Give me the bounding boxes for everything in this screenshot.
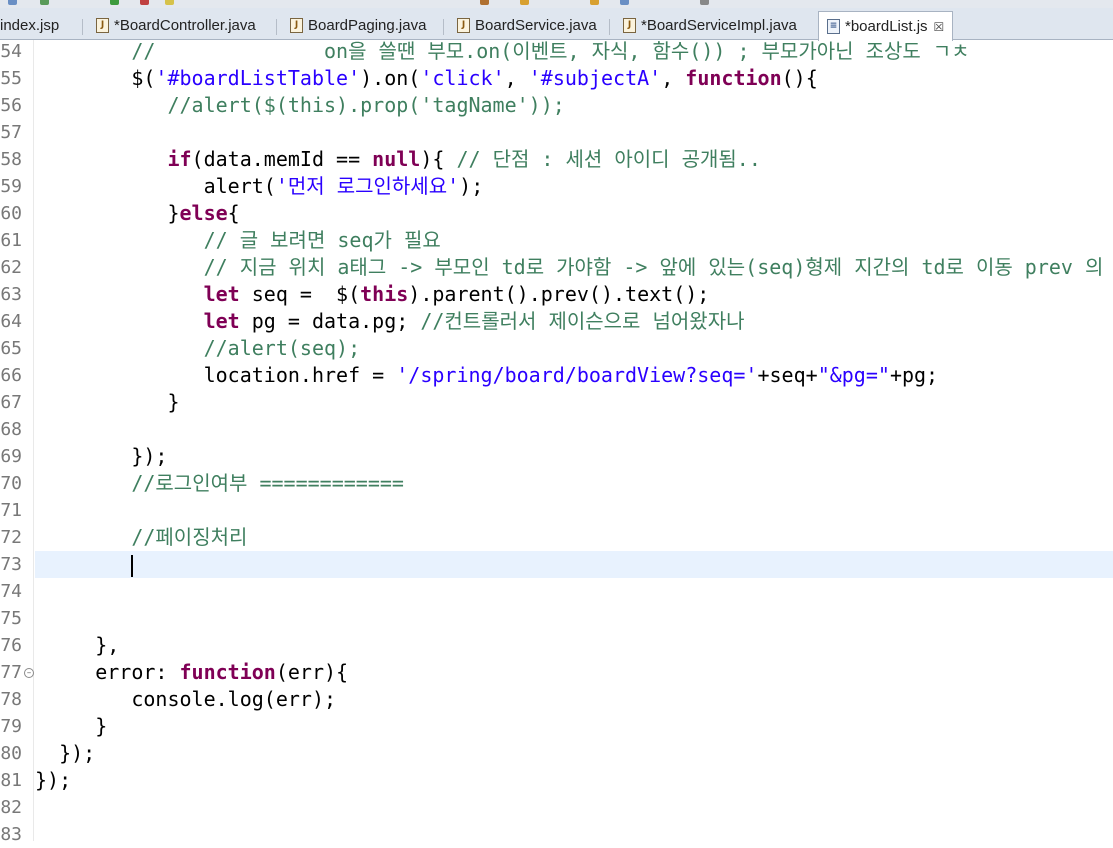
line-number: 71 <box>0 500 22 521</box>
line-number: 83 <box>0 824 22 845</box>
line-number: 68 <box>0 419 22 440</box>
line-number: 67 <box>0 392 22 413</box>
tab-board-paging[interactable]: J BoardPaging.java <box>290 12 426 38</box>
tab-board-service-impl[interactable]: J *BoardServiceImpl.java <box>623 12 797 38</box>
code-line: }else{ <box>35 201 240 225</box>
tab-label: BoardPaging.java <box>308 16 427 34</box>
tab-board-controller[interactable]: J *BoardController.java <box>96 12 256 38</box>
line-number: 72 <box>0 527 22 548</box>
line-number: 77 <box>0 662 22 683</box>
toolbar-icon[interactable] <box>590 0 599 5</box>
line-number: 54 <box>0 41 22 62</box>
line-number: 82 <box>0 797 22 818</box>
code-line: }, <box>35 633 120 657</box>
tab-label: *BoardServiceImpl.java <box>641 16 797 34</box>
line-number: 57 <box>0 122 22 143</box>
line-number: 61 <box>0 230 22 251</box>
toolbar-icon[interactable] <box>165 0 174 5</box>
tab-label: BoardService.java <box>475 16 597 34</box>
tab-separator <box>609 19 610 35</box>
tab-separator <box>82 19 83 35</box>
editor-tab-bar: index.jsp J *BoardController.java J Boar… <box>0 8 1113 41</box>
code-line: error: function(err){ <box>35 660 349 684</box>
code-line: }); <box>35 768 72 792</box>
toolbar-icon[interactable] <box>520 0 529 5</box>
code-editor[interactable]: 54 55 56 57 58 59 60 61 62 63 64 65 66 6… <box>0 39 1113 845</box>
line-number: 80 <box>0 743 22 764</box>
code-line: console.log(err); <box>35 687 337 711</box>
code-line: } <box>35 390 180 414</box>
code-line: location.href = '/spring/board/boardView… <box>35 363 939 387</box>
code-line: //alert($(this).prop('tagName')); <box>167 93 565 117</box>
line-number: 64 <box>0 311 22 332</box>
code-line: //alert(seq); <box>203 336 361 360</box>
line-number: 66 <box>0 365 22 386</box>
line-number: 79 <box>0 716 22 737</box>
toolbar-icon[interactable] <box>700 0 709 5</box>
line-number: 76 <box>0 635 22 656</box>
debug-icon[interactable] <box>140 0 149 5</box>
java-file-icon: J <box>96 17 109 33</box>
tab-board-service[interactable]: J BoardService.java <box>457 12 597 38</box>
code-line: // 지금 위치 a태그 -> 부모인 td로 가야함 -> 앞에 있는(seq… <box>203 255 1104 279</box>
toolbar-icon[interactable] <box>40 0 49 5</box>
code-line: }); <box>35 444 168 468</box>
line-number: 63 <box>0 284 22 305</box>
line-number: 69 <box>0 446 22 467</box>
code-line: //로그인여부 ============ <box>131 471 404 495</box>
code-line: $('#boardListTable').on('click', '#subje… <box>35 66 818 90</box>
code-area[interactable]: // on을 쓸땐 부모.on(이벤트, 자식, 함수()) ; 부모가아닌 조… <box>35 39 1113 841</box>
java-file-icon: J <box>290 17 303 33</box>
line-number: 75 <box>0 608 22 629</box>
code-line: let pg = data.pg; //컨트롤러서 제이슨으로 넘어왔자나 <box>203 309 745 333</box>
close-icon[interactable]: ☒ <box>934 20 945 34</box>
line-number: 74 <box>0 581 22 602</box>
line-number: 55 <box>0 68 22 89</box>
line-number: 58 <box>0 149 22 170</box>
line-number: 59 <box>0 176 22 197</box>
code-line: alert('먼저 로그인하세요'); <box>35 174 484 198</box>
code-line: // 글 보려면 seq가 필요 <box>203 228 441 252</box>
tab-label: *BoardController.java <box>114 16 256 34</box>
code-line: if(data.memId == null){ // 단점 : 세션 아이디 공… <box>167 147 761 171</box>
tab-label: index.jsp <box>0 16 60 34</box>
line-number: 56 <box>0 95 22 116</box>
java-file-icon: J <box>623 17 636 33</box>
line-number: 73 <box>0 554 22 575</box>
run-icon[interactable] <box>110 0 119 5</box>
code-line: }); <box>35 741 96 765</box>
toolbar-icon[interactable] <box>620 0 629 5</box>
code-line: // on을 쓸땐 부모.on(이벤트, 자식, 함수()) ; 부모가아닌 조… <box>131 39 970 63</box>
toolbar-icon[interactable] <box>480 0 489 5</box>
tab-separator <box>443 19 444 35</box>
line-number: 65 <box>0 338 22 359</box>
tab-index-jsp[interactable]: index.jsp <box>0 12 59 38</box>
fold-toggle-icon[interactable]: − <box>24 668 34 678</box>
java-file-icon: J <box>457 17 470 33</box>
text-caret <box>131 554 134 577</box>
code-line: let seq = $(this).parent().prev().text()… <box>203 282 710 306</box>
toolbar-icon[interactable] <box>8 0 17 5</box>
js-file-icon: ≡ <box>827 19 840 34</box>
line-number: 81 <box>0 770 22 791</box>
line-number: 70 <box>0 473 22 494</box>
tab-label: *boardList.js <box>845 18 928 35</box>
tab-separator <box>276 19 277 35</box>
code-line: } <box>35 714 108 738</box>
line-number: 78 <box>0 689 22 710</box>
code-line: //페이징처리 <box>131 525 248 549</box>
code-line-current <box>35 551 134 578</box>
line-number: 60 <box>0 203 22 224</box>
tab-board-list-js[interactable]: ≡ *boardList.js ☒ <box>818 11 954 41</box>
line-number: 62 <box>0 257 22 278</box>
